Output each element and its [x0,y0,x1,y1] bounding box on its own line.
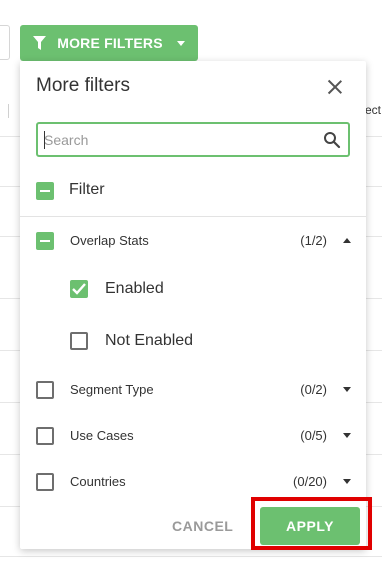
countries-checkbox[interactable] [36,473,54,491]
overlap-stats-count: (1/2) [300,233,327,248]
use-cases-count: (0/5) [300,428,327,443]
filter-funnel-icon [33,36,47,50]
segment-type-checkbox[interactable] [36,381,54,399]
more-filters-button[interactable]: MORE FILTERS [20,25,198,61]
not-enabled-label: Not Enabled [105,332,194,349]
overlap-stats-label: Overlap Stats [70,233,149,248]
use-cases-checkbox[interactable] [36,427,54,445]
countries-count: (0/20) [293,474,327,489]
not-enabled-checkbox[interactable] [70,332,88,350]
filter-all-label: Filter [69,181,105,198]
cancel-button[interactable]: CANCEL [172,518,233,538]
background-search-input[interactable] [0,25,10,60]
overlap-stats-checkbox[interactable] [36,232,54,250]
use-cases-label: Use Cases [70,428,134,443]
background-column-header: ect [365,103,382,117]
more-filters-panel: More filters Filter Overlap Stats (1/2) … [20,61,366,549]
chevron-up-icon[interactable] [343,238,351,243]
chevron-down-icon[interactable] [343,387,351,392]
search-input[interactable] [44,131,314,149]
search-field[interactable] [36,122,350,157]
search-icon[interactable] [323,131,341,149]
background-table-divider [0,556,382,557]
countries-label: Countries [70,474,126,489]
chevron-down-icon [176,40,185,46]
page: ect MORE FILTERS More filters Filter [0,0,382,565]
more-filters-label: MORE FILTERS [57,35,163,51]
text-cursor [44,131,45,149]
panel-title: More filters [36,75,130,96]
enabled-label: Enabled [105,280,164,297]
filter-all-checkbox[interactable] [36,182,54,200]
background-column-separator [8,104,9,118]
divider [20,216,366,217]
segment-type-label: Segment Type [70,382,154,397]
enabled-checkbox[interactable] [70,280,88,298]
close-icon[interactable] [328,80,342,94]
apply-label: APPLY [286,518,334,534]
chevron-down-icon[interactable] [343,433,351,438]
chevron-down-icon[interactable] [343,479,351,484]
segment-type-count: (0/2) [300,382,327,397]
apply-button[interactable]: APPLY [260,507,360,545]
